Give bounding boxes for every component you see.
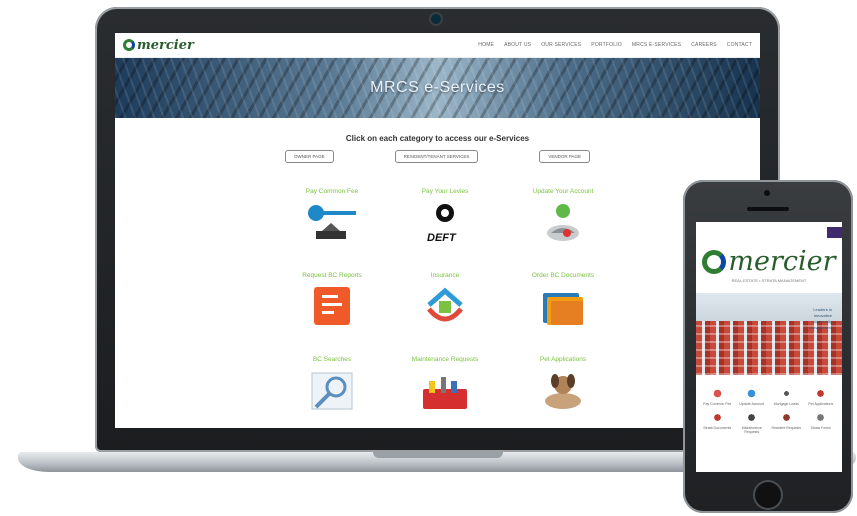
nav-services[interactable]: OUR SERVICES: [541, 42, 581, 48]
folders-icon: [543, 293, 583, 325]
service-label: Pay Your Levies: [421, 188, 469, 195]
mobile-service-label: Strata Documents: [703, 426, 732, 430]
mobile-logo[interactable]: mercier: [696, 246, 842, 277]
mobile-service[interactable]: Pay Common Fee: [700, 387, 735, 406]
resident-services-button[interactable]: RESIDENT/TENANT SERVICES: [394, 150, 479, 163]
mobile-logo-text: mercier: [728, 246, 836, 277]
service-order-bc-documents[interactable]: Order BC Documents: [508, 272, 618, 329]
mobile-service[interactable]: Maintenance Requests: [735, 411, 770, 434]
hero-title: MRCS e-Services: [370, 79, 505, 96]
paw-icon: [814, 387, 828, 400]
owner-page-button[interactable]: OWNER PAGE: [285, 150, 334, 163]
service-update-account[interactable]: Update Your Account: [508, 188, 618, 245]
hero-banner: MRCS e-Services: [115, 58, 760, 118]
report-document-icon: [314, 287, 350, 325]
document-stack-icon: [710, 411, 724, 424]
site-logo[interactable]: mercier: [123, 38, 194, 53]
nav-about[interactable]: ABOUT US: [504, 42, 531, 48]
mobile-service[interactable]: Resident Requests: [769, 411, 804, 434]
dog-pet-icon: [545, 374, 581, 409]
network-icon: [779, 387, 793, 400]
main-nav: HOME ABOUT US OUR SERVICES PORTFOLIO MRC…: [478, 42, 752, 48]
tagline: Click on each category to access our e-S…: [345, 134, 530, 143]
mail-icon: [745, 387, 759, 400]
laptop-notch: [373, 452, 503, 458]
mobile-hero-text: Leaders in innovative community manageme…: [809, 307, 832, 331]
toolbox-icon: [423, 377, 467, 409]
category-buttons: OWNER PAGE RESIDENT/TENANT SERVICES VEND…: [115, 150, 760, 163]
phone-camera: [764, 190, 770, 196]
mobile-service-label: Pet Applications: [808, 402, 834, 406]
mobile-service-label: Resident Requests: [771, 426, 802, 430]
service-label: Insurance: [430, 272, 460, 279]
nav-home[interactable]: HOME: [478, 42, 494, 48]
nav-careers[interactable]: CAREERS: [691, 42, 717, 48]
coins-icon: [710, 387, 724, 400]
logo-text: mercier: [137, 37, 194, 53]
phone-speaker: [747, 207, 789, 211]
logo-ring-icon: [123, 39, 135, 51]
mobile-service[interactable]: Mortgage Leads: [769, 387, 804, 406]
service-label: Maintenance Requests: [411, 356, 479, 363]
laptop-screen: mercier HOME ABOUT US OUR SERVICES PORTF…: [115, 33, 760, 428]
mobile-hero-image: Leaders in innovative community manageme…: [696, 293, 842, 375]
mobile-service[interactable]: Strata Documents: [700, 411, 735, 434]
phone-device: mercier REAL ESTATE • STRATA MANAGEMENT …: [683, 180, 853, 513]
service-request-bc-reports[interactable]: Request BC Reports: [277, 272, 387, 329]
nav-portfolio[interactable]: PORTFOLIO: [591, 42, 622, 48]
key-card-icon: [308, 205, 356, 239]
service-maintenance-requests[interactable]: Maintenance Requests: [390, 356, 500, 413]
svg-text:DEFT: DEFT: [427, 232, 457, 244]
service-pay-common-fee[interactable]: Pay Common Fee: [277, 188, 387, 245]
phone-screen: mercier REAL ESTATE • STRATA MANAGEMENT …: [696, 222, 842, 472]
nav-eservices[interactable]: MRCS E-SERVICES: [632, 42, 681, 48]
mobile-services-grid: Pay Common Fee Update Account Mortgage L…: [696, 375, 842, 434]
search-magnifier-icon: [311, 372, 353, 410]
service-label: Update Your Account: [532, 188, 594, 195]
service-label: Pay Common Fee: [305, 188, 359, 195]
mobile-service[interactable]: Update Account: [735, 387, 770, 406]
mobile-service-label: Pay Common Fee: [703, 402, 732, 406]
service-pay-levies[interactable]: Pay Your Levies DEFT: [390, 188, 500, 245]
site-header: mercier HOME ABOUT US OUR SERVICES PORTF…: [115, 33, 760, 58]
service-label: Pet Applications: [539, 356, 587, 363]
phone-home-button[interactable]: [755, 482, 781, 508]
mobile-logo-subtitle: REAL ESTATE • STRATA MANAGEMENT: [731, 278, 807, 283]
laptop-device: mercier HOME ABOUT US OUR SERVICES PORTF…: [95, 7, 780, 452]
hero-line: management: [808, 325, 832, 330]
service-label: Request BC Reports: [302, 272, 362, 279]
service-label: BC Searches: [312, 356, 352, 363]
service-insurance[interactable]: Insurance: [390, 272, 500, 329]
people-icon: [779, 411, 793, 424]
service-bc-searches[interactable]: BC Searches: [277, 356, 387, 413]
webcam: [431, 14, 441, 24]
mobile-service[interactable]: Pet Applications: [804, 387, 839, 406]
mobile-service[interactable]: Strata Forms: [804, 411, 839, 434]
deft-payment-icon: DEFT: [427, 204, 457, 244]
service-pet-applications[interactable]: Pet Applications: [508, 356, 618, 413]
mobile-menu-button[interactable]: [827, 227, 842, 238]
mobile-service-label: Maintenance Requests: [741, 426, 762, 434]
mobile-service-label: Update Account: [739, 402, 765, 406]
mobile-service-label: Strata Forms: [810, 426, 831, 430]
service-label: Order BC Documents: [531, 272, 595, 279]
tools-icon: [745, 411, 759, 424]
mouse-update-icon: [547, 204, 579, 241]
mobile-logo-ring-icon: [702, 249, 727, 274]
mobile-service-label: Mortgage Leads: [773, 402, 799, 406]
form-icon: [814, 411, 828, 424]
house-insurance-icon: [427, 287, 463, 322]
nav-contact[interactable]: CONTACT: [727, 42, 752, 48]
vendor-page-button[interactable]: VENDOR PAGE: [539, 150, 590, 163]
